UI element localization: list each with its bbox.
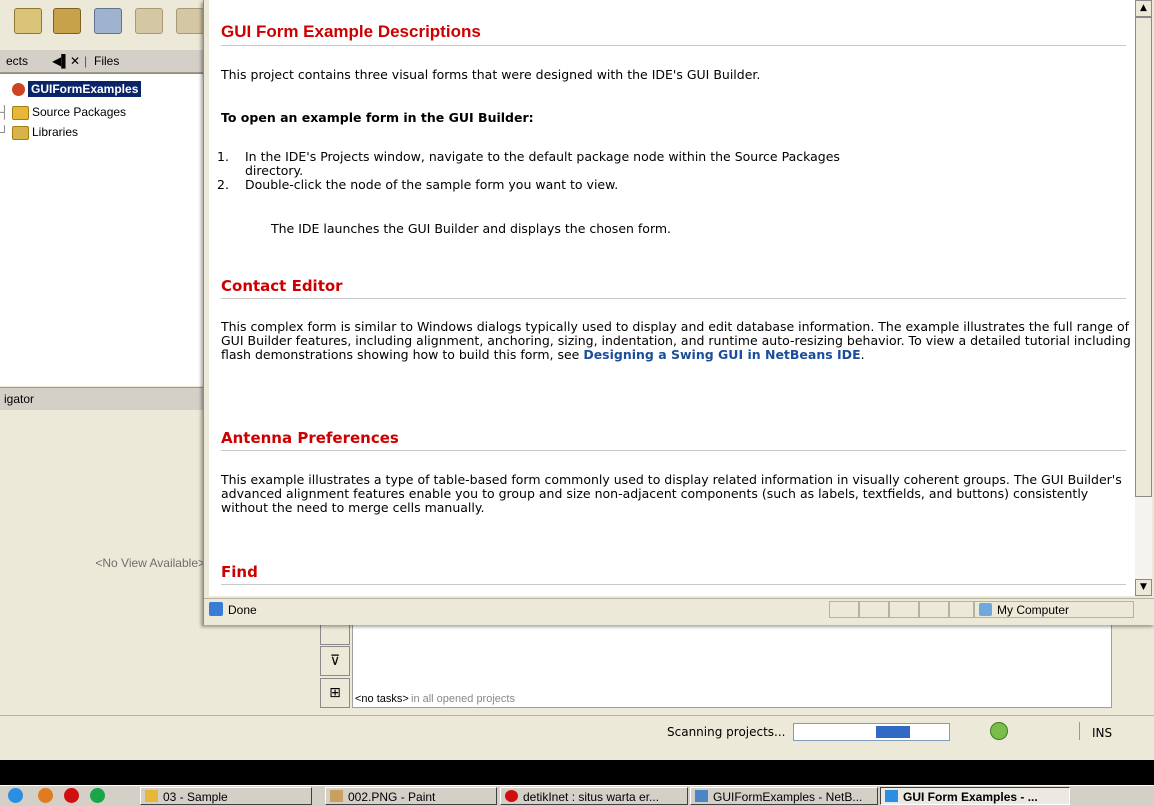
taskbar-item-opera[interactable]: detikInet : situs warta er... <box>500 787 688 805</box>
step-number: 1. <box>217 149 229 164</box>
scroll-thumb[interactable] <box>1135 17 1152 497</box>
navigator-tab-bar: igator <box>0 387 205 411</box>
scroll-up-icon[interactable]: ▲ <box>1135 0 1152 17</box>
new-file-icon[interactable] <box>14 8 42 34</box>
scroll-down-icon[interactable]: ▼ <box>1135 579 1152 596</box>
tree-node-source-packages[interactable]: ┤ Source Packages <box>0 103 200 123</box>
taskbar-item-label: 002.PNG - Paint <box>348 790 436 804</box>
page-title: GUI Form Example Descriptions <box>221 22 1126 46</box>
paint-icon <box>330 790 343 802</box>
insert-mode-label: INS <box>1092 726 1113 740</box>
ide-toolbar <box>0 0 210 40</box>
taskbar-item-paint[interactable]: 002.PNG - Paint <box>325 787 497 805</box>
close-tab-icon[interactable]: ✕ <box>70 54 80 68</box>
scanning-projects-label: Scanning projects... <box>667 725 786 739</box>
redo-icon[interactable] <box>176 8 204 34</box>
tasks-list[interactable] <box>352 615 1112 695</box>
zone-text: My Computer <box>997 603 1070 617</box>
tab-separator: | <box>84 54 88 68</box>
browser-window: GUI Form Example Descriptions This proje… <box>203 0 1154 625</box>
contact-editor-text-end: . <box>860 347 865 362</box>
page-done-icon <box>209 602 223 616</box>
navigator-panel: <No View Available> <box>0 410 205 710</box>
save-all-icon[interactable] <box>94 8 122 34</box>
group-tasks-icon[interactable]: ⊞ <box>320 678 350 708</box>
step-text: Double-click the node of the sample form… <box>245 177 619 192</box>
no-tasks-text: <no tasks> <box>355 693 409 705</box>
netbeans-icon <box>695 790 708 802</box>
section-heading-antenna: Antenna Preferences <box>221 429 1126 451</box>
ie-quicklaunch-icon[interactable] <box>8 788 23 803</box>
how-to-heading: To open an example form in the GUI Build… <box>221 110 534 125</box>
projects-tab[interactable]: ects <box>6 54 28 68</box>
page-content: GUI Form Example Descriptions This proje… <box>209 0 1135 596</box>
step-note: The IDE launches the GUI Builder and dis… <box>271 221 672 236</box>
step-number: 2. <box>217 177 229 192</box>
tasks-scope-text: in all opened projects <box>411 693 515 705</box>
tree-label-libraries: Libraries <box>32 125 79 139</box>
files-tab[interactable]: Files <box>94 54 119 68</box>
taskbar-item-label: GUIFormExamples - NetB... <box>713 790 863 804</box>
tree-node-libraries[interactable]: ┘ Libraries <box>0 123 200 143</box>
status-text: Done <box>228 603 257 617</box>
project-icon <box>12 83 25 96</box>
status-cell <box>919 601 949 618</box>
no-view-available-text: <No View Available> <box>95 556 205 570</box>
ide-status-bar: Scanning projects... INS <box>0 715 1154 752</box>
opera-quicklaunch-icon[interactable] <box>64 788 79 803</box>
navigator-tab[interactable]: igator <box>4 392 34 406</box>
open-project-icon[interactable] <box>53 8 81 34</box>
tasks-status-line: <no tasks> in all opened projects <box>352 693 1112 708</box>
antenna-paragraph: This example illustrates a type of table… <box>221 472 1122 515</box>
taskbar-item-label: 03 - Sample <box>163 790 228 804</box>
expand-icon[interactable]: ┤ <box>0 105 9 119</box>
contact-editor-paragraph: This complex form is similar to Windows … <box>221 320 1131 362</box>
tasks-toolbar: ⊽ ⊞ <box>320 615 350 710</box>
tree-label-source: Source Packages <box>32 105 127 119</box>
taskbar-item-netbeans[interactable]: GUIFormExamples - NetB... <box>690 787 878 805</box>
taskbar-item-label: GUI Form Examples - ... <box>903 790 1038 804</box>
taskbar-buttons-strip: 03 - Sample 002.PNG - Paint detikInet : … <box>0 785 1154 806</box>
projects-tab-bar: ects ◀▌ ✕ | Files <box>0 50 205 73</box>
undo-icon[interactable] <box>135 8 163 34</box>
steps-list: 1. In the IDE's Projects window, navigat… <box>217 149 1125 192</box>
gc-indicator-icon[interactable] <box>990 722 1008 740</box>
expand-icon[interactable]: ┘ <box>0 125 9 139</box>
scan-progress-bar <box>793 723 950 741</box>
status-cell <box>829 601 859 618</box>
filter-icon[interactable]: ⊽ <box>320 646 350 676</box>
chrome-quicklaunch-icon[interactable] <box>90 788 105 803</box>
status-divider <box>1079 722 1080 740</box>
step-text: In the IDE's Projects window, navigate t… <box>245 149 840 178</box>
browser-status-bar: Done My Computer <box>204 598 1154 621</box>
section-heading-contact-editor: Contact Editor <box>221 277 1126 299</box>
tree-node-project[interactable]: GUIFormExamples <box>0 80 150 100</box>
designing-swing-gui-link[interactable]: Designing a Swing GUI in NetBeans IDE <box>583 347 860 362</box>
taskbar-item-folder[interactable]: 03 - Sample <box>140 787 312 805</box>
ie-icon <box>885 790 898 802</box>
taskbar-item-ie-active[interactable]: GUI Form Examples - ... <box>880 787 1070 805</box>
step-2: 2. Double-click the node of the sample f… <box>217 177 1125 192</box>
status-cell <box>949 601 974 618</box>
projects-tree-panel: GUIFormExamples ┤ Source Packages ┘ Libr… <box>0 73 205 386</box>
status-cell <box>889 601 919 618</box>
status-cell <box>859 601 889 618</box>
intro-paragraph: This project contains three visual forms… <box>221 67 761 82</box>
scan-progress-fill <box>876 726 910 738</box>
vertical-scrollbar[interactable]: ▲ ▼ <box>1135 0 1152 596</box>
firefox-quicklaunch-icon[interactable] <box>38 788 53 803</box>
tree-label-project: GUIFormExamples <box>28 81 142 97</box>
section-heading-find: Find <box>221 563 1126 585</box>
step-1: 1. In the IDE's Projects window, navigat… <box>217 149 1125 178</box>
folder-icon <box>145 790 158 802</box>
taskbar-item-label: detikInet : situs warta er... <box>523 790 660 804</box>
computer-icon <box>979 603 992 616</box>
opera-icon <box>505 790 518 802</box>
library-folder-icon <box>12 126 29 140</box>
zone-cell: My Computer <box>974 601 1134 618</box>
tab-menu-icon[interactable]: ◀▌ <box>52 54 70 68</box>
folder-icon <box>12 106 29 120</box>
